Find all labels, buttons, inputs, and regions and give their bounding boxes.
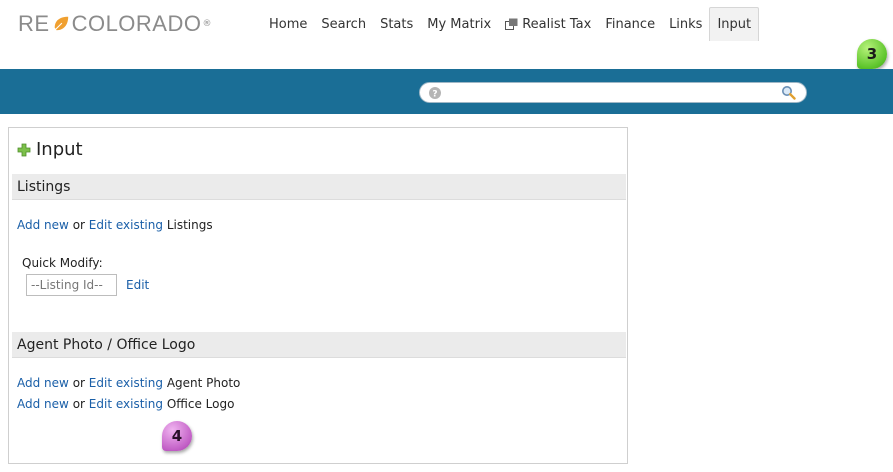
step-3-callout: 3 [857, 39, 887, 69]
edit-existing-listing-link[interactable]: Edit existing [89, 218, 163, 232]
nav-realist-tax[interactable]: Realist Tax [498, 7, 598, 41]
nav-links-label: Links [669, 16, 703, 32]
add-new-listing-link[interactable]: Add new [17, 218, 69, 232]
listing-id-input[interactable] [26, 274, 117, 296]
input-panel: Input Listings Add new or Edit existing … [8, 127, 628, 464]
agent-photo-section-header: Agent Photo / Office Logo [12, 332, 626, 358]
external-window-icon [505, 18, 518, 30]
or-text: or [72, 376, 85, 390]
search-icon[interactable] [781, 85, 796, 100]
logo-text-re: RE [18, 11, 50, 36]
search-bar[interactable]: ? [419, 82, 807, 103]
panel-title-text: Input [36, 139, 83, 160]
nav-links[interactable]: Links [662, 7, 709, 41]
leaf-icon [53, 16, 68, 31]
agent-photo-actions-line: Add new or Edit existing Agent Photo [17, 376, 240, 390]
edit-existing-office-logo-link[interactable]: Edit existing [89, 397, 163, 411]
nav-my-matrix[interactable]: My Matrix [420, 7, 498, 41]
nav-finance[interactable]: Finance [598, 7, 662, 41]
nav-home[interactable]: Home [262, 7, 314, 41]
nav-stats-label: Stats [380, 16, 414, 32]
quick-modify-edit-link[interactable]: Edit [126, 278, 149, 292]
or-text: or [72, 218, 85, 232]
office-logo-actions-line: Add new or Edit existing Office Logo [17, 397, 234, 411]
logo-text-colorado: COLORADO [71, 11, 202, 36]
help-icon[interactable]: ? [428, 86, 442, 100]
recolorado-logo[interactable]: RE COLORADO ® [18, 10, 211, 38]
top-nav: Home Search Stats My Matrix Realist Tax … [262, 6, 760, 42]
registered-mark: ® [202, 19, 212, 29]
nav-my-matrix-label: My Matrix [427, 16, 492, 32]
listings-actions-line: Add new or Edit existing Listings [17, 218, 213, 232]
nav-finance-label: Finance [605, 16, 656, 32]
add-new-office-logo-link[interactable]: Add new [17, 397, 69, 411]
plus-icon [17, 143, 31, 156]
nav-home-label: Home [269, 16, 308, 32]
office-logo-suffix: Office Logo [166, 397, 235, 411]
svg-text:?: ? [432, 90, 437, 100]
listings-suffix: Listings [166, 218, 213, 232]
nav-realist-tax-label: Realist Tax [522, 16, 592, 32]
nav-input-label: Input [717, 17, 752, 32]
quick-modify-label: Quick Modify: [22, 256, 103, 270]
panel-title: Input [17, 139, 83, 160]
nav-input[interactable]: Input [709, 7, 760, 41]
step-4-callout: 4 [162, 421, 192, 451]
nav-stats[interactable]: Stats [373, 7, 420, 41]
add-new-agent-photo-link[interactable]: Add new [17, 376, 69, 390]
edit-existing-agent-photo-link[interactable]: Edit existing [89, 376, 163, 390]
or-text: or [72, 397, 85, 411]
listings-section-header: Listings [12, 174, 626, 200]
search-input[interactable] [446, 85, 776, 101]
nav-search-label: Search [321, 16, 367, 32]
agent-photo-suffix: Agent Photo [166, 376, 241, 390]
nav-search[interactable]: Search [314, 7, 373, 41]
